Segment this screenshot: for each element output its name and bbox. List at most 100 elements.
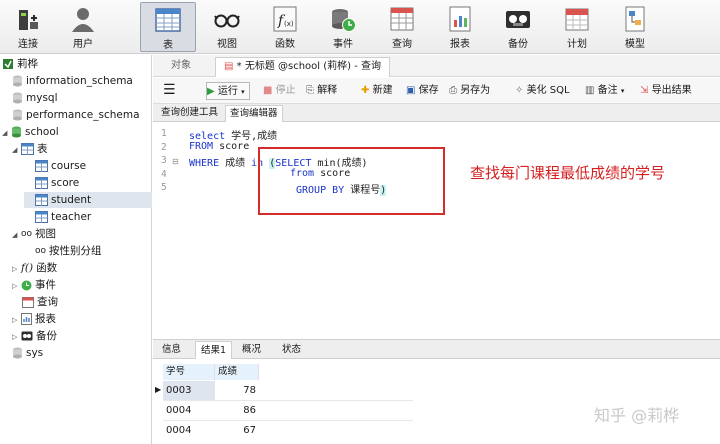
- toolbar-label: 事件: [333, 39, 353, 50]
- toolbar-label: 计划: [567, 39, 587, 50]
- table-icon: [155, 8, 181, 32]
- toolbar-schedule-button[interactable]: 计划: [549, 2, 605, 52]
- toolbar-model-button[interactable]: 模型: [607, 2, 663, 52]
- connection-icon: [3, 59, 13, 69]
- tab-query[interactable]: ▤ * 无标题 @school (莉桦) - 查询: [215, 57, 391, 77]
- toolbar-function-button[interactable]: f (x) 函数: [257, 2, 313, 52]
- current-row-indicator-icon: ▶: [155, 385, 162, 394]
- column-header[interactable]: 成绩: [215, 364, 259, 380]
- toolbar-label: 备份: [508, 39, 528, 50]
- tab-query-builder[interactable]: 查询创建工具: [157, 105, 222, 122]
- tab-info[interactable]: 信息: [157, 341, 186, 359]
- tree-database[interactable]: information_schema: [12, 73, 133, 89]
- tree-events-group[interactable]: ▷ 事件: [12, 277, 56, 293]
- tree-connection[interactable]: 莉桦: [2, 56, 38, 72]
- tree-views-group[interactable]: ◢ oo 视图: [12, 226, 56, 242]
- tree-backups-group[interactable]: ▷ 备份: [12, 328, 57, 344]
- tree-table-item[interactable]: teacher: [35, 209, 91, 225]
- tab-query-editor[interactable]: 查询编辑器: [225, 105, 283, 122]
- toolbar-table-button[interactable]: 表: [140, 2, 196, 52]
- comment-label: 备注: [597, 85, 618, 96]
- query-tab-icon: ▤: [224, 61, 234, 72]
- expand-arrow-icon[interactable]: ◢: [12, 142, 21, 158]
- new-button[interactable]: ✚ 新建: [361, 82, 393, 100]
- table-cell[interactable]: 0004: [163, 401, 215, 420]
- tree-table-item[interactable]: course: [35, 158, 86, 174]
- toolbar-label: 连接: [18, 39, 38, 50]
- backup-icon: [506, 11, 530, 28]
- toolbar-view-button[interactable]: 视图: [199, 2, 255, 52]
- line-number-gutter: 1 2 3 4 5 ⊟: [153, 123, 183, 338]
- save-as-button[interactable]: ⎙ 另存为: [449, 82, 490, 100]
- view-glasses-icon: oo: [21, 229, 33, 239]
- dropdown-arrow-icon[interactable]: ▾: [621, 87, 625, 95]
- views-group-label: 视图: [35, 228, 57, 240]
- event-clock-icon: [332, 9, 356, 32]
- tab-result1[interactable]: 结果1: [195, 341, 233, 359]
- table-cell[interactable]: 0003: [163, 381, 215, 400]
- functions-group-label: 函数: [36, 262, 58, 274]
- new-label: 新建: [372, 85, 393, 96]
- expand-arrow-icon[interactable]: ◢: [2, 125, 11, 141]
- table-cell[interactable]: 67: [215, 421, 259, 440]
- table-icon: [21, 143, 34, 155]
- comment-button[interactable]: ▥ 备注 ▾: [585, 82, 624, 100]
- collapse-arrow-icon[interactable]: ▷: [12, 261, 21, 277]
- toolbar-label: 用户: [73, 39, 93, 50]
- query-icon: [390, 7, 414, 31]
- export-button[interactable]: ⇲ 导出结果: [640, 82, 692, 100]
- toolbar-label: 模型: [625, 39, 645, 50]
- table-cell[interactable]: 0004: [163, 421, 215, 440]
- save-button[interactable]: ▣ 保存: [406, 82, 439, 100]
- toolbar-event-button[interactable]: 事件: [315, 2, 371, 52]
- tree-table-item-selected[interactable]: student: [24, 192, 152, 208]
- tree-queries-group[interactable]: 查询: [22, 294, 58, 310]
- column-header[interactable]: 学号: [163, 364, 215, 380]
- tree-reports-group[interactable]: ▷ 报表: [12, 311, 56, 327]
- table-icon: [35, 211, 48, 223]
- sql-text: 成绩: [219, 158, 252, 169]
- tab-profile[interactable]: 概况: [237, 341, 266, 359]
- explain-icon: ⎘: [306, 85, 314, 96]
- svg-text:(x): (x): [284, 20, 294, 28]
- tab-objects[interactable]: 对象: [163, 57, 199, 77]
- tree-database[interactable]: sys: [12, 345, 43, 361]
- table-cell[interactable]: 78: [215, 381, 259, 400]
- query-toolbar: ☰ ▶ 运行 ▾ ■ 停止 ⎘ 解释 ✚ 新建 ▣ 保存 ⎙ 另存为 ✧ 美化 …: [153, 78, 720, 104]
- menu-icon[interactable]: ☰: [163, 82, 176, 100]
- expand-arrow-icon[interactable]: ◢: [12, 227, 21, 243]
- tree-database-school[interactable]: ◢ school: [2, 124, 59, 140]
- toolbar-report-button[interactable]: 报表: [432, 2, 488, 52]
- toolbar-backup-button[interactable]: 备份: [490, 2, 546, 52]
- dropdown-arrow-icon[interactable]: ▾: [241, 88, 245, 96]
- beautify-sql-button[interactable]: ✧ 美化 SQL: [515, 82, 570, 100]
- function-icon: f (x): [273, 6, 297, 32]
- table-cell[interactable]: 86: [215, 401, 259, 420]
- events-group-label: 事件: [35, 279, 56, 291]
- toolbar-user-button[interactable]: 用户: [55, 2, 111, 52]
- tree-view-item[interactable]: oo 按性别分组: [35, 243, 102, 259]
- explain-button[interactable]: ⎘ 解释: [306, 82, 337, 100]
- collapse-arrow-icon[interactable]: ▷: [12, 312, 21, 328]
- stop-button[interactable]: ■ 停止: [263, 82, 296, 100]
- fold-marker-icon[interactable]: ⊟: [172, 157, 179, 166]
- tree-database[interactable]: mysql: [12, 90, 58, 106]
- tree-tables-group[interactable]: ◢ 表: [12, 141, 48, 157]
- sql-keyword: FROM: [189, 141, 214, 152]
- tree-table-item[interactable]: score: [35, 175, 79, 191]
- collapse-arrow-icon[interactable]: ▷: [12, 329, 21, 345]
- tree-functions-group[interactable]: ▷ f() 函数: [12, 260, 57, 276]
- function-icon: f(): [21, 262, 34, 274]
- tree-database[interactable]: performance_schema: [12, 107, 140, 123]
- collapse-arrow-icon[interactable]: ▷: [12, 278, 21, 294]
- toolbar-connection-button[interactable]: 连接: [0, 2, 56, 52]
- report-icon: [21, 313, 32, 325]
- tab-status[interactable]: 状态: [277, 341, 306, 359]
- tree-connection-label: 莉桦: [17, 58, 38, 70]
- backups-group-label: 备份: [36, 330, 57, 342]
- queries-group-label: 查询: [37, 296, 58, 308]
- save-label: 保存: [418, 85, 439, 96]
- database-name: sys: [26, 347, 44, 359]
- toolbar-query-button[interactable]: 查询: [374, 2, 430, 52]
- run-button[interactable]: ▶ 运行 ▾: [206, 82, 250, 100]
